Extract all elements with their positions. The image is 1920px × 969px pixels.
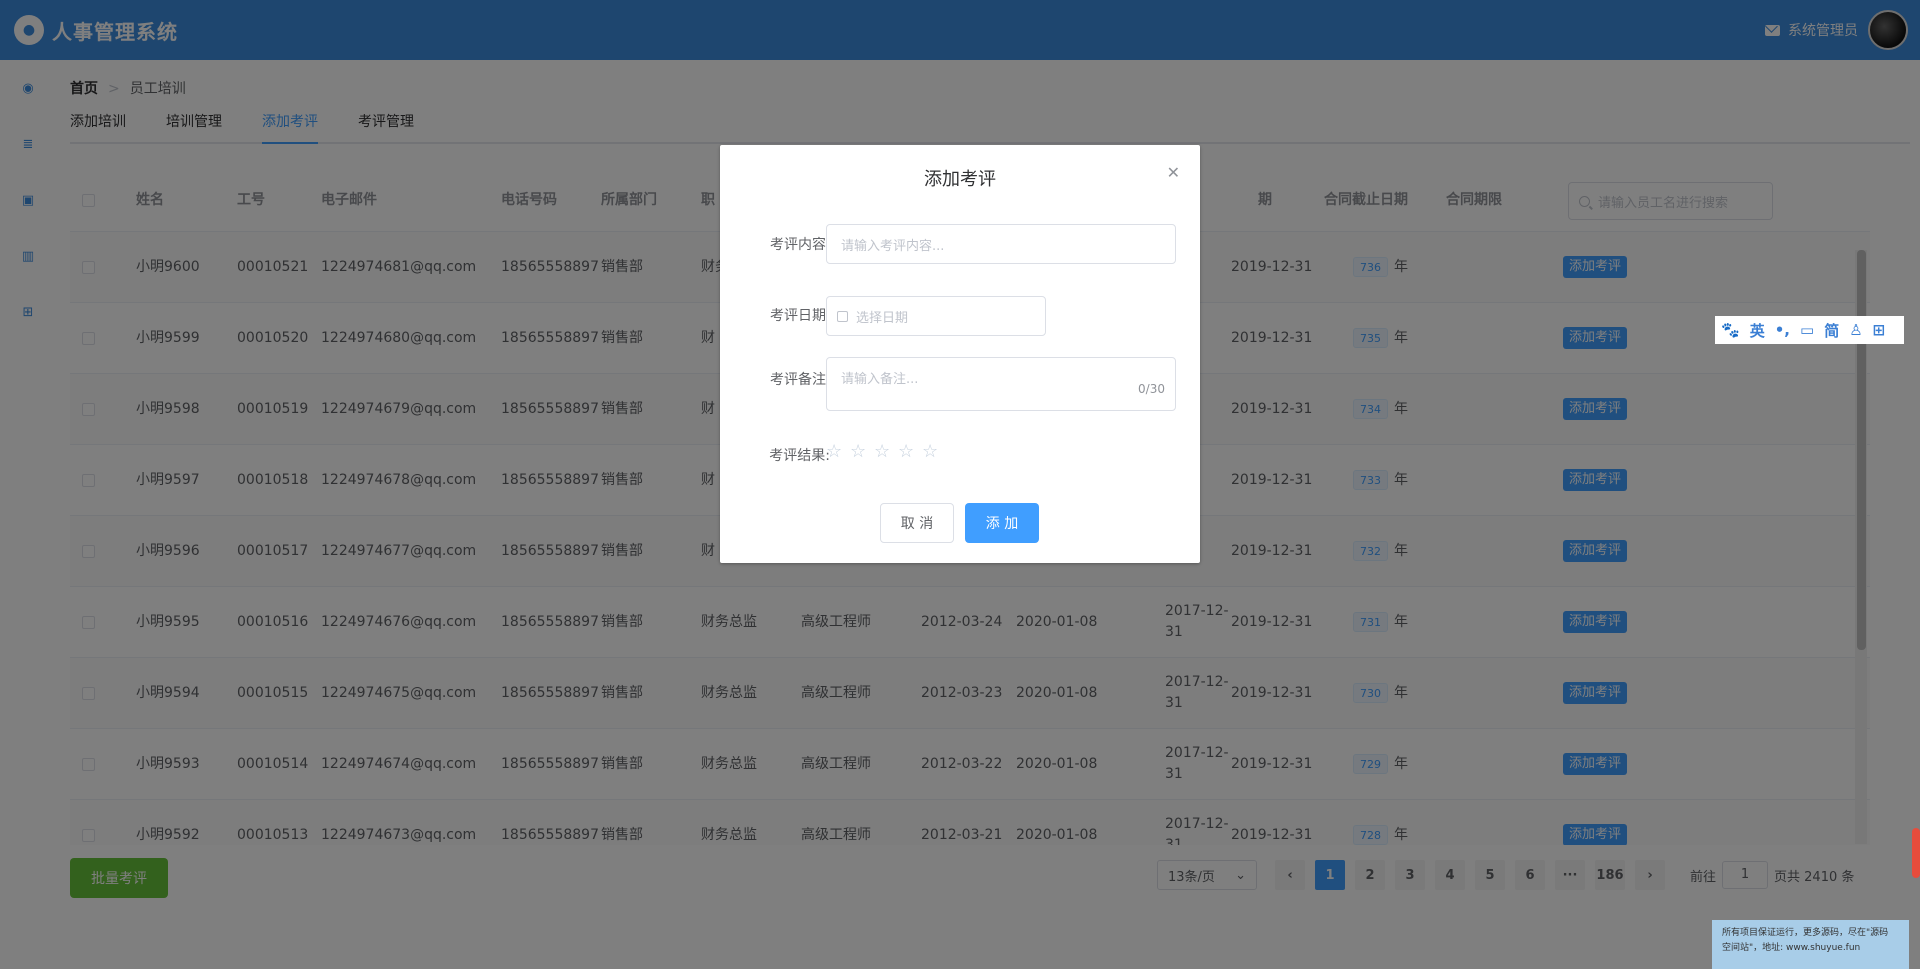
close-icon[interactable]: ✕ [1167, 163, 1180, 182]
ime-simplified[interactable]: 简 [1824, 320, 1839, 341]
star-icon[interactable]: ☆ [874, 443, 894, 461]
star-icon[interactable]: ☆ [826, 443, 846, 461]
dialog-title: 添加考评 [924, 169, 996, 190]
person-icon[interactable]: ♙ [1849, 321, 1862, 339]
grid-icon[interactable]: ⊞ [1873, 321, 1886, 339]
note-char-counter: 0/30 [1138, 382, 1165, 396]
review-content-input[interactable]: 请输入考评内容... [826, 224, 1176, 264]
add-review-dialog: 添加考评 ✕ 考评内容 请输入考评内容... 考评日期 选择日期 考评备注 请输… [720, 145, 1200, 563]
review-date-picker[interactable]: 选择日期 [826, 296, 1046, 336]
notice-line-2: 空间站"，地址: www.shuyue.fun [1722, 943, 1861, 953]
date-label: 考评日期 [770, 308, 826, 324]
review-note-textarea[interactable]: 请输入备注... 0/30 [826, 357, 1176, 411]
note-label: 考评备注 [770, 372, 826, 388]
source-notice: 所有项目保证运行，更多源码，尽在"源码 空间站"，地址: www.shuyue.… [1712, 920, 1909, 969]
star-icon[interactable]: ☆ [898, 443, 918, 461]
notice-line-1: 所有项目保证运行，更多源码，尽在"源码 [1722, 928, 1889, 938]
star-icon[interactable]: ☆ [922, 443, 942, 461]
add-button[interactable]: 添 加 [965, 503, 1039, 543]
page-scroll-indicator[interactable] [1912, 828, 1920, 878]
ime-toolbar: 🐾 英 •, ▭ 简 ♙ ⊞ [1715, 316, 1904, 344]
paw-icon[interactable]: 🐾 [1721, 321, 1740, 339]
note-placeholder: 请输入备注... [841, 372, 919, 387]
cup-icon[interactable]: ▭ [1800, 321, 1814, 339]
content-label: 考评内容 [770, 237, 826, 253]
ime-lang[interactable]: 英 [1750, 320, 1765, 341]
content-placeholder: 请输入考评内容... [841, 238, 945, 254]
ime-punct[interactable]: •, [1775, 321, 1790, 339]
star-icon[interactable]: ☆ [850, 443, 870, 461]
date-placeholder: 选择日期 [856, 310, 909, 326]
result-label: 考评结果: [769, 448, 830, 464]
cancel-button[interactable]: 取 消 [880, 503, 954, 543]
rating-stars[interactable]: ☆ ☆ ☆ ☆ ☆ [826, 443, 946, 461]
calendar-icon [837, 310, 848, 322]
